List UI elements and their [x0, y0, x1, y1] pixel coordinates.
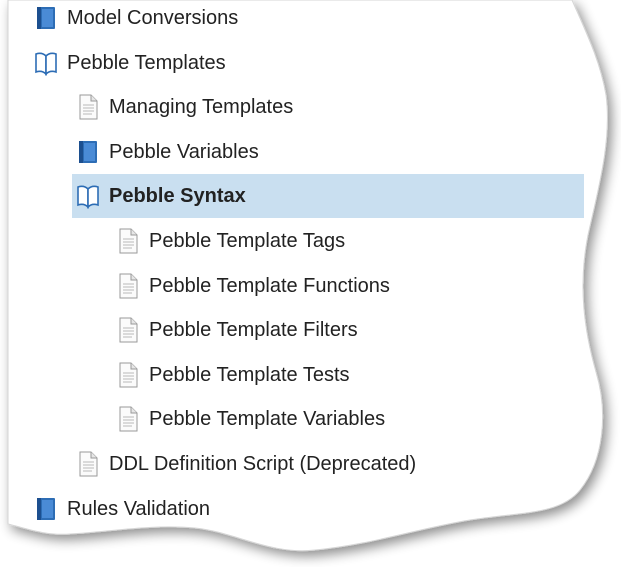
- tree-item-label: Pebble Templates: [67, 51, 226, 74]
- closed-book-icon: [35, 496, 57, 522]
- document-icon: [77, 94, 99, 120]
- tree-item-label: Pebble Template Functions: [149, 274, 390, 297]
- tree-item-label: Pebble Template Tests: [149, 363, 350, 386]
- open-book-icon: [77, 183, 99, 210]
- tree-item[interactable]: Pebble Template Tests: [117, 353, 350, 397]
- tree-item[interactable]: Pebble Template Tags: [117, 219, 345, 263]
- open-book-icon: [35, 50, 57, 76]
- document-icon: [117, 273, 139, 299]
- tree-item-label: Rules Validation: [67, 497, 211, 520]
- tree-item-label: Pebble Variables: [109, 140, 259, 163]
- tree-item[interactable]: Pebble Template Filters: [117, 308, 358, 352]
- tree-item[interactable]: DDL Definition Script (Deprecated): [77, 442, 416, 486]
- tree-item[interactable]: Pebble Template Functions: [117, 264, 390, 308]
- tree-item-label: Model Conversions: [67, 7, 239, 29]
- tree-item-label: Pebble Syntax: [109, 185, 246, 208]
- document-icon: [117, 317, 139, 343]
- tree-item[interactable]: Model Conversions: [35, 0, 238, 40]
- tree-item-label: Pebble Template Filters: [149, 319, 358, 342]
- tree-item[interactable]: Managing Templates: [77, 85, 293, 129]
- tree-item[interactable]: Pebble Template Variables: [117, 397, 385, 441]
- tree-item[interactable]: Pebble Variables: [77, 130, 259, 174]
- tree-item-label: Pebble Template Variables: [149, 408, 386, 431]
- tree-item[interactable]: Pebble Templates: [35, 41, 226, 85]
- closed-book-icon: [35, 5, 57, 31]
- tree-item-label: Managing Templates: [109, 96, 294, 119]
- tree-item[interactable]: Pebble Syntax: [72, 174, 584, 219]
- help-toc-tree: Model Conversions Pebble Templates Managin…: [0, 0, 621, 567]
- tree-item-label: Pebble Template Tags: [149, 230, 346, 252]
- document-icon: [117, 362, 139, 388]
- tree-item[interactable]: Rules Validation: [35, 487, 210, 531]
- tree-item-label: DDL Definition Script (Deprecated): [109, 453, 417, 475]
- document-icon: [117, 228, 139, 254]
- document-icon: [117, 406, 139, 432]
- closed-book-icon: [77, 139, 99, 165]
- document-icon: [77, 451, 99, 477]
